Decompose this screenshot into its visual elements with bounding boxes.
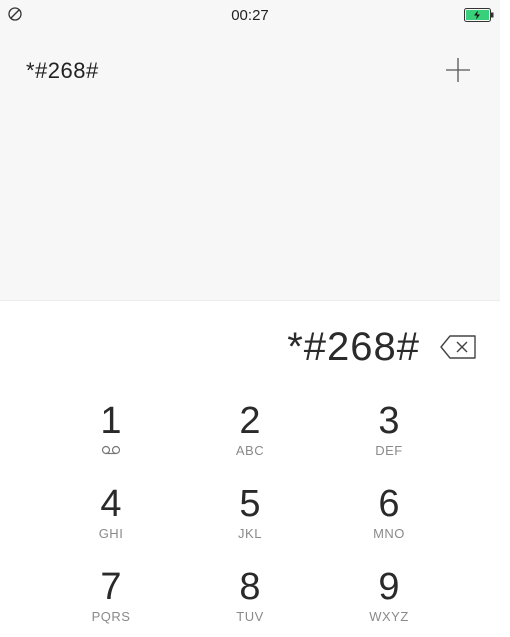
dialpad: *#268# 1 2 ABC 3 DEF 4 GHI 5 JKL 6 MNO 7… [0,300,500,626]
dial-key-number: 2 [239,400,261,442]
status-bar: 00:27 [0,0,500,32]
dial-key-3[interactable]: 3 DEF [339,401,439,471]
dial-input-display[interactable]: *#268# [287,325,420,370]
dial-key-number: 6 [378,483,400,525]
dial-key-letters: PQRS [91,609,131,624]
dial-key-5[interactable]: 5 JKL [200,484,300,554]
dial-key-letters: GHI [98,526,124,541]
plus-icon [446,58,470,82]
dial-key-number: 4 [100,483,122,525]
dial-key-number: 1 [100,400,122,442]
dial-key-letters: MNO [373,526,405,541]
voicemail-icon [101,445,121,455]
dial-key-number: 5 [239,483,261,525]
dial-key-4[interactable]: 4 GHI [61,484,161,554]
status-clock: 00:27 [231,7,269,24]
dial-key-letters: JKL [238,526,262,541]
right-edge-margin [500,0,510,625]
dial-key-9[interactable]: 9 WXYZ [339,567,439,637]
backspace-icon[interactable] [440,334,478,360]
dial-key-number: 8 [239,566,261,608]
dial-key-2[interactable]: 2 ABC [200,401,300,471]
dial-key-number: 9 [378,566,400,608]
dial-key-letters: ABC [235,443,265,458]
add-contact-button[interactable] [436,48,480,92]
dial-key-6[interactable]: 6 MNO [339,484,439,554]
dial-key-letters: WXYZ [369,609,409,624]
entered-number-header: *#268# [26,58,99,83]
dial-key-letters: TUV [236,609,264,624]
dial-key-letters: DEF [375,443,403,458]
dial-key-1[interactable]: 1 [61,401,161,471]
dial-key-number: 7 [100,566,122,608]
dial-key-7[interactable]: 7 PQRS [61,567,161,637]
dial-key-8[interactable]: 8 TUV [200,567,300,637]
phone-screen: 00:27 *#268# *#268# 1 2 ABC 3 DEF 4 GHI … [0,0,500,626]
dial-key-number: 3 [378,400,400,442]
battery-charging-icon [464,8,494,22]
